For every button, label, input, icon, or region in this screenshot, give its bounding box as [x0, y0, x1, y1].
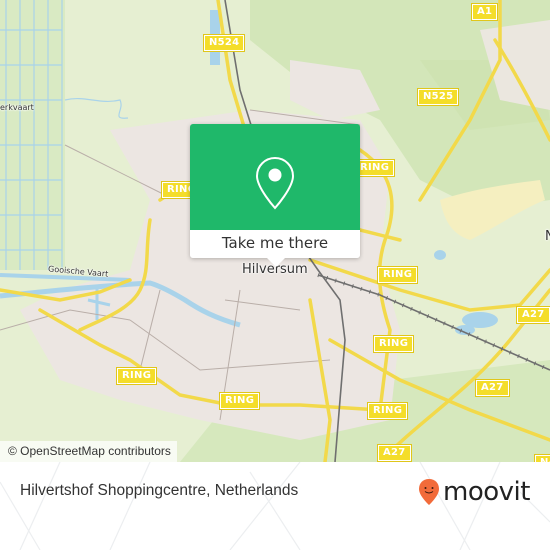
road-label-ring: RING [353, 159, 396, 177]
road-label-ring: RING [115, 367, 158, 385]
moovit-pin-face-icon [419, 479, 439, 505]
road-label-ring: RING [376, 266, 419, 284]
road-label-ring: RING [372, 335, 415, 353]
road-label-n525: N525 [416, 88, 460, 106]
map-attribution[interactable]: © OpenStreetMap contributors [0, 441, 177, 462]
brand-wordmark: moovit [443, 477, 530, 507]
road-label-a27: A27 [516, 306, 550, 324]
road-label-a27: A27 [475, 379, 510, 397]
road-label-n524: N524 [202, 34, 246, 52]
road-label-a27: A27 [377, 444, 412, 462]
popup-header [190, 124, 360, 230]
location-popup[interactable]: Take me there [190, 124, 360, 267]
road-label-ring: RING [366, 402, 409, 420]
road-label-n4: N4 [534, 454, 550, 462]
moovit-logo[interactable]: moovit [418, 477, 530, 507]
footer-bar: Hilvertshof Shoppingcentre, Netherlands … [0, 462, 550, 550]
road-label-a1: A1 [470, 3, 499, 21]
popup-pointer [267, 258, 285, 267]
road-label-ring: RING [218, 392, 261, 410]
water-label: erkvaart [0, 103, 34, 112]
place-title: Hilvertshof Shoppingcentre, Netherlands [20, 482, 299, 499]
map-pin-icon [255, 156, 295, 210]
map-view[interactable]: N524 A1 N525 RING RING RING RING RING RI… [0, 0, 550, 462]
take-me-there-button[interactable]: Take me there [190, 230, 360, 258]
place-label: N [545, 229, 550, 244]
